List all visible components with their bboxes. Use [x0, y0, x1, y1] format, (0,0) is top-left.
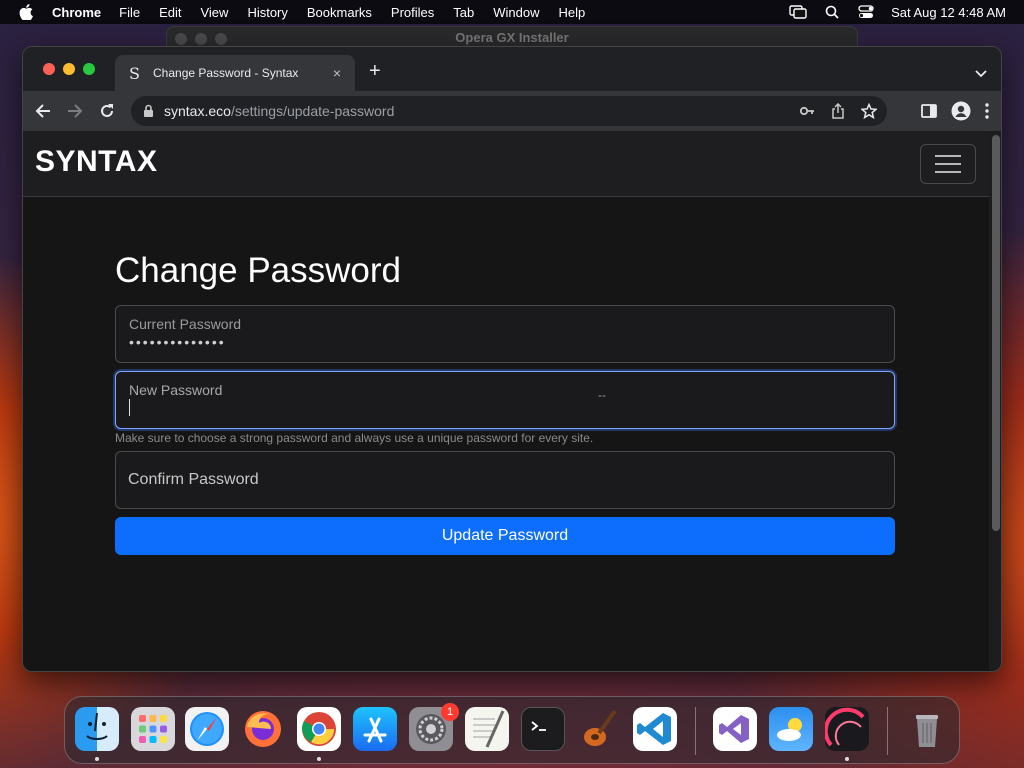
hamburger-menu-button[interactable]	[920, 144, 976, 184]
new-password-label: New Password	[129, 382, 223, 398]
site-logo[interactable]: SYNTAX	[35, 145, 157, 179]
chrome-icon[interactable]	[297, 707, 341, 751]
garageband-icon[interactable]	[577, 707, 621, 751]
tab-strip: S Change Password - Syntax × +	[23, 47, 1001, 91]
forward-arrow-icon[interactable]	[65, 101, 85, 121]
menu-bar-clock[interactable]: Sat Aug 12 4:48 AM	[891, 5, 1006, 20]
window-controls	[43, 63, 95, 75]
launchpad-icon[interactable]	[131, 707, 175, 751]
hamburger-line	[935, 171, 961, 173]
page-title: Change Password	[115, 251, 401, 290]
terminal-icon[interactable]	[521, 707, 565, 751]
browser-window: S Change Password - Syntax × + syntax.ec…	[22, 46, 1002, 672]
share-icon[interactable]	[831, 102, 845, 122]
menu-bookmarks[interactable]: Bookmarks	[307, 5, 372, 20]
dock: 1	[64, 696, 960, 764]
vscode-icon[interactable]	[633, 707, 677, 751]
tab-search-chevron-icon[interactable]	[975, 65, 987, 83]
close-tab-icon[interactable]: ×	[329, 65, 345, 81]
hamburger-line	[935, 155, 961, 157]
menu-profiles[interactable]: Profiles	[391, 5, 434, 20]
browser-toolbar: syntax.eco/settings/update-password	[23, 91, 1001, 131]
close-window-button[interactable]	[43, 63, 55, 75]
control-center-icon[interactable]	[857, 5, 875, 19]
weather-icon[interactable]	[769, 707, 813, 751]
trash-icon[interactable]	[905, 707, 949, 751]
menu-tab[interactable]: Tab	[453, 5, 474, 20]
activity-monitor-icon[interactable]	[823, 707, 869, 751]
lock-icon[interactable]	[143, 104, 154, 118]
reload-icon[interactable]	[97, 101, 117, 121]
page-content: SYNTAX Change Password Current Password …	[23, 131, 989, 671]
textedit-icon[interactable]	[465, 707, 509, 751]
address-bar[interactable]: syntax.eco/settings/update-password	[131, 96, 887, 126]
back-arrow-icon[interactable]	[33, 101, 53, 121]
current-password-value: ••••••••••••••	[129, 334, 226, 350]
menu-history[interactable]: History	[247, 5, 287, 20]
hamburger-line	[935, 163, 961, 165]
profile-avatar-icon[interactable]	[951, 101, 971, 126]
menu-help[interactable]: Help	[559, 5, 586, 20]
new-tab-button[interactable]: +	[369, 61, 381, 81]
bookmark-star-icon[interactable]	[860, 102, 878, 122]
new-password-marker: --	[598, 388, 606, 402]
dock-separator	[695, 707, 696, 755]
screen-mirroring-icon[interactable]	[789, 5, 807, 19]
dock-separator	[887, 707, 888, 755]
page-scrollbar[interactable]	[989, 131, 1001, 671]
system-settings-badge: 1	[441, 703, 459, 721]
tab-title: Change Password - Syntax	[153, 66, 299, 80]
current-password-field[interactable]: Current Password ••••••••••••••	[115, 305, 895, 363]
app-store-icon[interactable]	[353, 707, 397, 751]
current-password-label: Current Password	[129, 316, 242, 332]
spotlight-search-icon[interactable]	[823, 5, 841, 19]
new-password-field[interactable]: New Password --	[115, 371, 895, 429]
site-navbar: SYNTAX	[23, 131, 989, 197]
confirm-password-placeholder: Confirm Password	[128, 471, 259, 488]
syntax-favicon-icon: S	[129, 63, 140, 83]
chrome-running-dot	[317, 757, 321, 761]
background-window-controls	[175, 33, 227, 45]
menu-file[interactable]: File	[119, 5, 140, 20]
active-app-name[interactable]: Chrome	[52, 5, 101, 20]
tab-change-password[interactable]: S Change Password - Syntax ×	[115, 55, 355, 91]
url-path: /settings/update-password	[230, 103, 395, 119]
password-help-text: Make sure to choose a strong password an…	[115, 431, 594, 445]
update-password-button[interactable]: Update Password	[115, 517, 895, 555]
background-window-title: Opera GX Installer	[455, 30, 569, 45]
firefox-icon[interactable]	[241, 707, 285, 751]
finder-running-dot	[95, 757, 99, 761]
confirm-password-field[interactable]: Confirm Password	[115, 451, 895, 509]
menu-edit[interactable]: Edit	[159, 5, 181, 20]
minimize-window-button[interactable]	[63, 63, 75, 75]
scrollbar-thumb[interactable]	[992, 135, 1000, 531]
zoom-window-button[interactable]	[83, 63, 95, 75]
menu-view[interactable]: View	[200, 5, 228, 20]
safari-icon[interactable]	[185, 707, 229, 751]
finder-icon[interactable]	[75, 707, 119, 751]
password-key-icon[interactable]	[799, 103, 815, 122]
apple-menu-icon[interactable]	[18, 4, 34, 20]
menu-window[interactable]: Window	[493, 5, 539, 20]
visual-studio-icon[interactable]	[713, 707, 757, 751]
text-caret	[129, 399, 130, 416]
url-host: syntax.eco	[164, 103, 231, 119]
menu-bar: Chrome File Edit View History Bookmarks …	[0, 0, 1024, 24]
chrome-menu-icon[interactable]	[985, 103, 989, 124]
side-panel-icon[interactable]	[921, 104, 937, 123]
activity-monitor-running-dot	[845, 757, 849, 761]
